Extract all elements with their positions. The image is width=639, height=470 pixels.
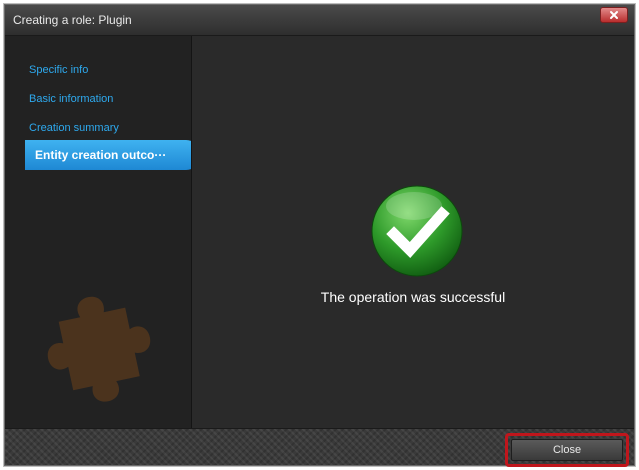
sidebar-item-entity-creation-outcome[interactable]: Entity creation outco··· xyxy=(25,140,191,170)
window-title: Creating a role: Plugin xyxy=(13,13,132,27)
title-bar: Creating a role: Plugin xyxy=(5,5,634,36)
wizard-steps-sidebar: Specific info Basic information Creation… xyxy=(5,36,192,428)
sidebar-item-label: Entity creation outco··· xyxy=(35,148,167,162)
sidebar-item-creation-summary[interactable]: Creation summary xyxy=(29,122,119,134)
sidebar-item-specific-info[interactable]: Specific info xyxy=(29,64,88,76)
main-content: The operation was successful xyxy=(192,36,634,428)
puzzle-piece-icon xyxy=(47,296,151,402)
checkmark-icon xyxy=(371,185,463,277)
status-message: The operation was successful xyxy=(320,289,506,305)
window-close-button[interactable] xyxy=(600,7,628,23)
close-button[interactable]: Close xyxy=(511,439,623,461)
dialog-window: Creating a role: Plugin Specific info Ba… xyxy=(4,4,635,467)
close-icon xyxy=(610,11,618,19)
sidebar-item-basic-information[interactable]: Basic information xyxy=(29,93,113,105)
dialog-footer: Close xyxy=(5,428,634,467)
